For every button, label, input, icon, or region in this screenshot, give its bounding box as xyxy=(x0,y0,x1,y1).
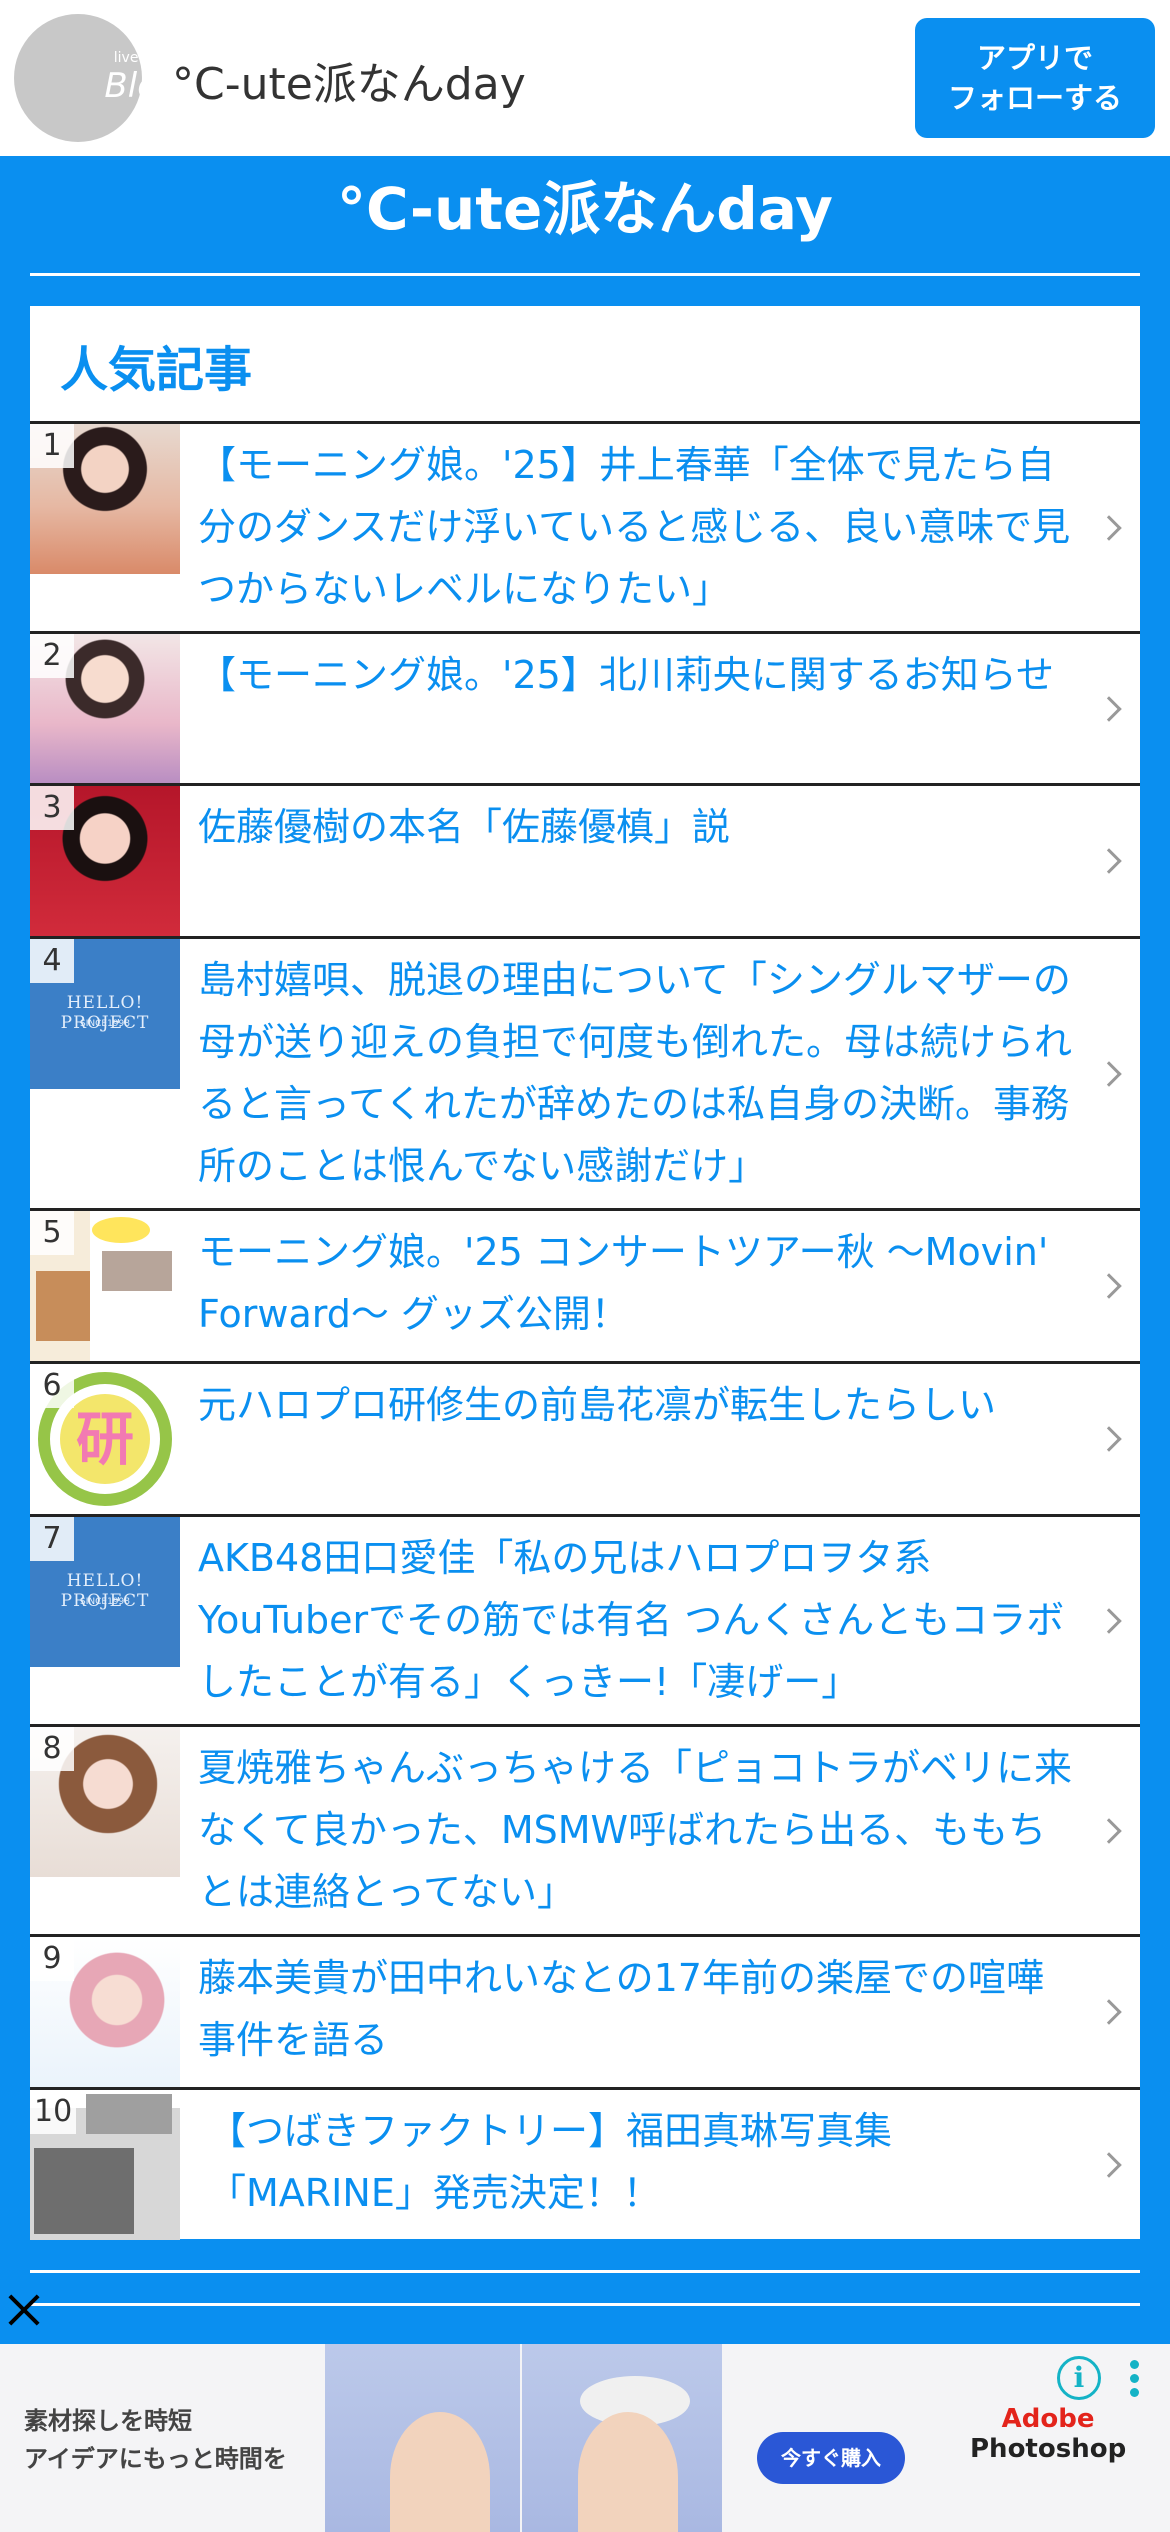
close-ad-icon[interactable] xyxy=(4,2290,44,2330)
rank-badge: 2 xyxy=(30,634,74,678)
ad-copy-line1: 素材探しを時短 xyxy=(24,2407,192,2435)
goods-item-image xyxy=(36,1271,90,1341)
app-bar-title[interactable]: °C-ute派なんday xyxy=(172,48,526,112)
divider xyxy=(30,2270,1140,2273)
chevron-right-icon xyxy=(1096,695,1122,722)
ad-copy-line2: アイデアにもっと時間を xyxy=(24,2445,287,2473)
chevron-right-icon xyxy=(1096,514,1122,541)
ad-info-icon[interactable]: i xyxy=(1057,2356,1101,2400)
rank-badge: 3 xyxy=(30,786,74,830)
article-title[interactable]: 【つばきファクトリー】福田真琳写真集「MARINE」発売決定！！ xyxy=(208,2100,1088,2224)
article-row[interactable]: 5 モーニング娘。'25 コンサートツアー秋 ～Movin' Forward～ … xyxy=(30,1208,1140,1361)
ad-character-figure xyxy=(578,2412,678,2532)
article-title[interactable]: モーニング娘。'25 コンサートツアー秋 ～Movin' Forward～ グッ… xyxy=(198,1221,1078,1345)
article-title[interactable]: 元ハロプロ研修生の前島花凛が転生したらしい xyxy=(198,1374,1078,1436)
ad-character-figure xyxy=(390,2412,490,2532)
article-row[interactable]: 1 【モーニング娘。'25】井上春華「全体で見たら自分のダンスだけ浮いていると感… xyxy=(30,421,1140,631)
ad-brand-line1: Adobe xyxy=(1001,2404,1095,2434)
rank-badge: 1 xyxy=(30,424,74,468)
popular-articles-heading: 人気記事 xyxy=(60,342,253,398)
article-title[interactable]: AKB48田口愛佳「私の兄はハロプロヲタ系YouTuberでその筋では有名 つん… xyxy=(198,1527,1078,1713)
popular-articles-panel: 人気記事 1 【モーニング娘。'25】井上春華「全体で見たら自分のダンスだけ浮い… xyxy=(30,306,1140,2240)
article-row[interactable]: HELLO! PROJECT SINCE1998 4 島村嬉唄、脱退の理由につい… xyxy=(30,936,1140,1208)
ad-brand-line2: Photoshop xyxy=(970,2434,1127,2464)
article-row[interactable]: HELLO! PROJECT SINCE1998 7 AKB48田口愛佳「私の兄… xyxy=(30,1514,1140,1724)
article-title[interactable]: 【モーニング娘。'25】井上春華「全体で見たら自分のダンスだけ浮いていると感じる… xyxy=(198,434,1078,620)
rank-badge: 4 xyxy=(30,939,74,983)
article-row[interactable]: 研 6 元ハロプロ研修生の前島花凛が転生したらしい xyxy=(30,1361,1140,1514)
follow-button-line1: アプリで xyxy=(976,41,1093,75)
rank-badge: 9 xyxy=(30,1937,74,1981)
rank-badge: 10 xyxy=(30,2090,77,2134)
follow-button-line2: フォローする xyxy=(947,81,1122,115)
article-row[interactable]: 9 藤本美貴が田中れいなとの17年前の楽屋での喧嘩事件を語る xyxy=(30,1934,1140,2087)
chevron-right-icon xyxy=(1096,2151,1122,2178)
article-row[interactable]: 3 佐藤優樹の本名「佐藤優槙」説 xyxy=(30,783,1140,936)
rank-badge: 8 xyxy=(30,1727,74,1771)
article-title[interactable]: 藤本美貴が田中れいなとの17年前の楽屋での喧嘩事件を語る xyxy=(198,1947,1078,2071)
blog-title[interactable]: °C-ute派なんday xyxy=(0,162,1170,246)
more-options-icon[interactable] xyxy=(1128,2360,1142,2402)
article-row[interactable]: 10 【つばきファクトリー】福田真琳写真集「MARINE」発売決定！！ xyxy=(30,2087,1140,2240)
rank-badge: 5 xyxy=(30,1211,74,1255)
photo-portrait xyxy=(86,2094,172,2134)
divider xyxy=(30,273,1140,276)
goods-group-photo xyxy=(102,1251,172,1291)
hp-since-text: SINCE1998 xyxy=(80,1597,130,1607)
chevron-right-icon xyxy=(1096,848,1122,874)
article-title[interactable]: 佐藤優樹の本名「佐藤優槙」説 xyxy=(198,796,1078,858)
article-row[interactable]: 2 【モーニング娘。'25】北川莉央に関するお知らせ xyxy=(30,631,1140,784)
photo-building xyxy=(34,2148,134,2234)
popular-articles-header: 人気記事 xyxy=(30,306,1140,421)
chevron-right-icon xyxy=(1096,1273,1122,1299)
chevron-right-icon xyxy=(1096,1426,1122,1452)
chevron-right-icon xyxy=(1096,1817,1122,1844)
divider xyxy=(30,2303,1140,2306)
ad-copy: 素材探しを時短 アイデアにもっと時間を xyxy=(24,2402,287,2478)
ad-banner[interactable]: 素材探しを時短 アイデアにもっと時間を 今すぐ購入 Adobe Photosho… xyxy=(0,2344,1170,2532)
article-title[interactable]: 夏焼雅ちゃんぶっちゃける「ピョコトラがベリに来なくて良かった、MSMW呼ばれたら… xyxy=(198,1737,1078,1923)
adobe-photoshop-logo: Adobe Photoshop xyxy=(970,2404,1126,2464)
goods-badge xyxy=(92,1217,150,1243)
chevron-right-icon xyxy=(1096,1999,1122,2025)
rank-badge: 7 xyxy=(30,1517,74,1561)
article-row[interactable]: 8 夏焼雅ちゃんぶっちゃける「ピョコトラがベリに来なくて良かった、MSMW呼ばれ… xyxy=(30,1724,1140,1934)
article-title[interactable]: 【モーニング娘。'25】北川莉央に関するお知らせ xyxy=(198,644,1078,706)
chevron-right-icon xyxy=(1096,1060,1122,1087)
article-title[interactable]: 島村嬉唄、脱退の理由について「シングルマザーの母が送り迎えの負担で何度も倒れた。… xyxy=(198,949,1078,1197)
follow-in-app-button[interactable]: アプリで フォローする xyxy=(915,18,1155,138)
livedoor-blog-logo[interactable]: livedoor Blog xyxy=(14,14,180,142)
chevron-right-icon xyxy=(1096,1607,1122,1634)
hp-since-text: SINCE1998 xyxy=(80,1019,130,1029)
app-bar: livedoor Blog °C-ute派なんday アプリで フォローする xyxy=(0,0,1170,156)
rank-badge: 6 xyxy=(30,1364,74,1408)
ad-buy-now-button[interactable]: 今すぐ購入 xyxy=(757,2432,905,2484)
